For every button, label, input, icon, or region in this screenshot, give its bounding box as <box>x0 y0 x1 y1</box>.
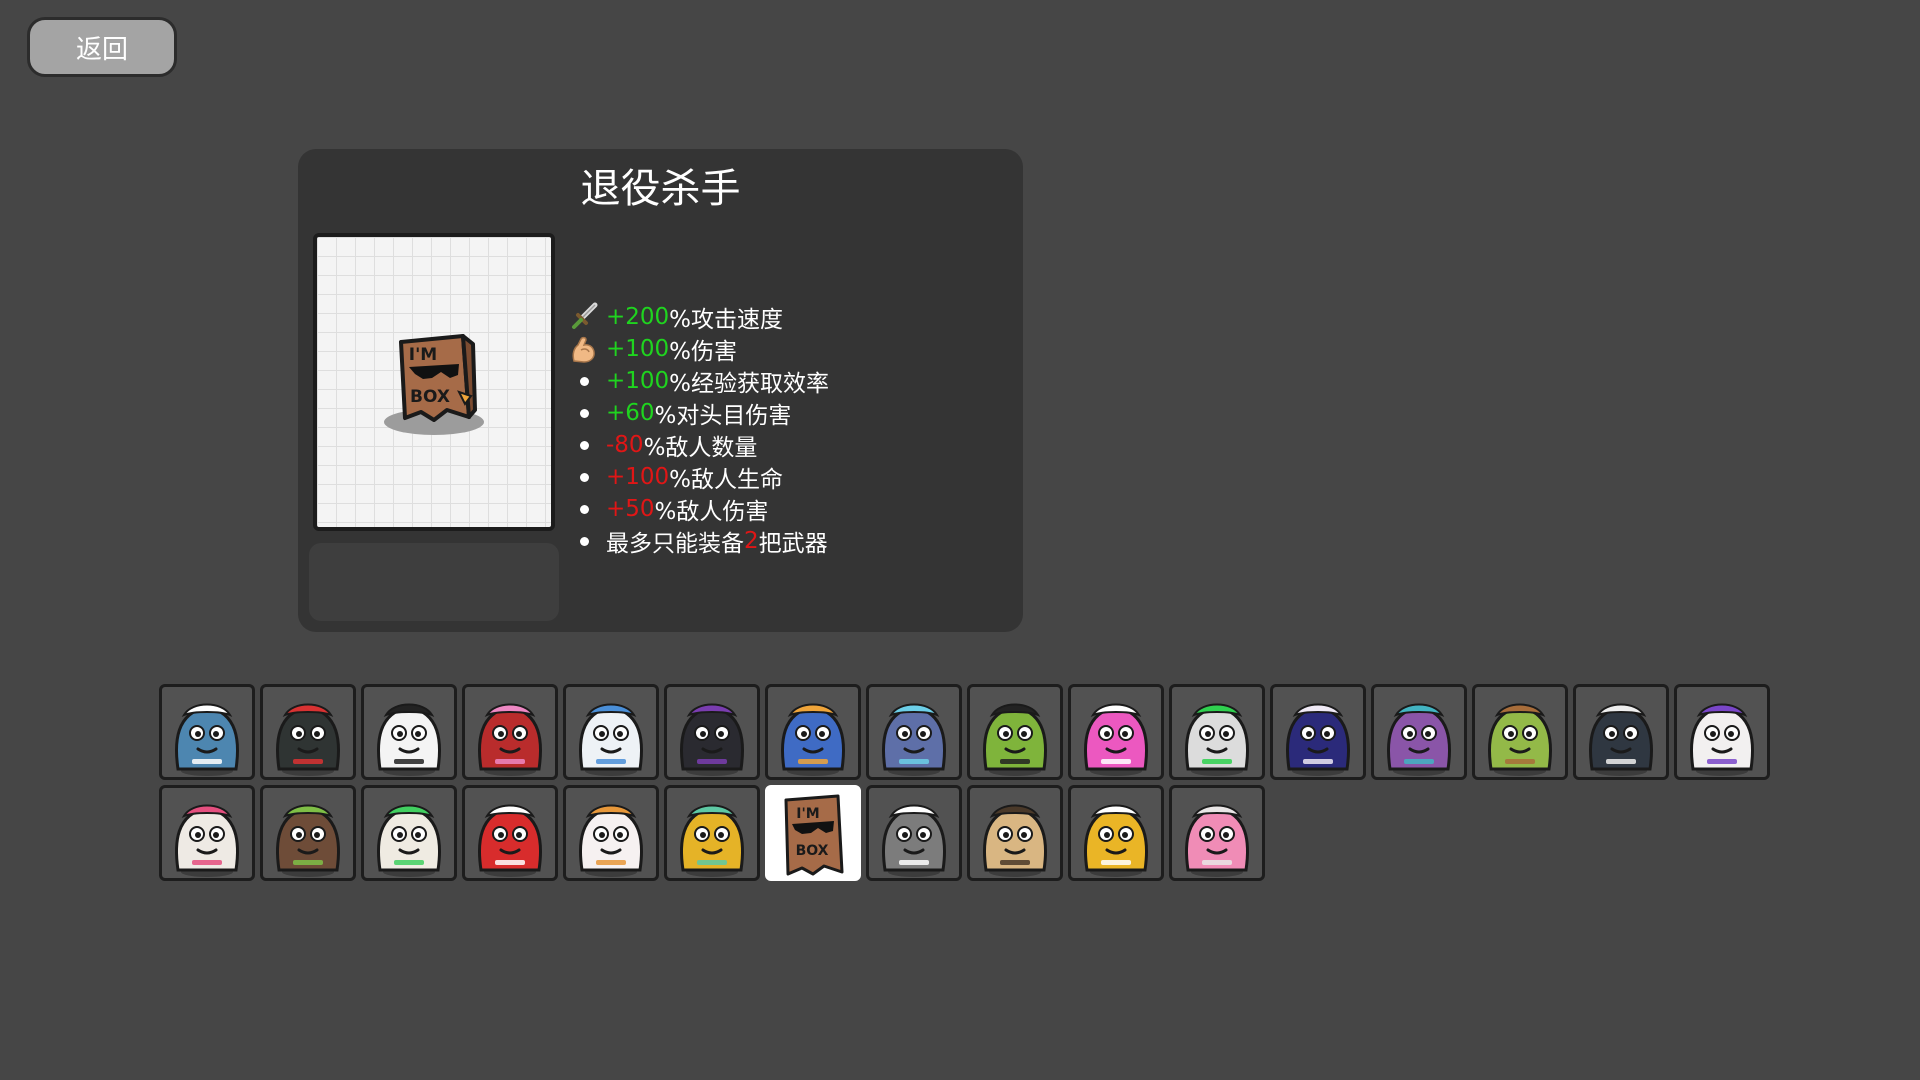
character-tile[interactable] <box>1270 684 1366 780</box>
bullet-icon <box>566 525 602 557</box>
character-tile[interactable] <box>664 684 760 780</box>
stat-weapon-limit: 最多只能装备 2 把武器 <box>566 525 829 557</box>
character-tile[interactable] <box>967 684 1063 780</box>
character-tile[interactable] <box>260 785 356 881</box>
stat-xp-gain: +100 %经验获取效率 <box>566 365 829 397</box>
goggles-bunny-icon <box>1690 703 1754 776</box>
character-tile[interactable] <box>260 684 356 780</box>
space-astronaut-icon <box>1286 703 1350 776</box>
character-tile[interactable] <box>1169 785 1265 881</box>
stat-label: %敌人生命 <box>669 467 784 493</box>
stat-enemy-count: -80 %敌人数量 <box>566 429 829 461</box>
red-devil-icon <box>478 804 542 877</box>
character-tile[interactable] <box>462 684 558 780</box>
green-fuzzball-icon <box>983 703 1047 776</box>
stat-label: %对头目伤害 <box>654 403 792 429</box>
bullet-icon <box>566 397 602 429</box>
stat-value: +200 <box>606 304 670 330</box>
stat-label: %敌人伤害 <box>654 499 769 525</box>
character-tile[interactable] <box>866 684 962 780</box>
character-tile[interactable] <box>1573 684 1669 780</box>
stat-label: %伤害 <box>669 339 738 365</box>
stat-label: %敌人数量 <box>643 435 758 461</box>
pink-slime-icon <box>1084 703 1148 776</box>
magician-rabbit-icon <box>680 703 744 776</box>
gray-tabby-cat-icon <box>882 804 946 877</box>
yellow-octopus-icon <box>1084 804 1148 877</box>
svg-text:BOX: BOX <box>796 843 829 859</box>
stat-label: %经验获取效率 <box>669 371 830 397</box>
stat-boss-damage: +60 %对头目伤害 <box>566 397 829 429</box>
character-tile[interactable] <box>361 684 457 780</box>
character-tile[interactable] <box>866 785 962 881</box>
ninja-crow-icon <box>276 703 340 776</box>
coconut-icon <box>276 804 340 877</box>
ufo-alien-icon <box>882 703 946 776</box>
bullet-icon <box>566 365 602 397</box>
character-tile[interactable] <box>1068 684 1164 780</box>
mummy-icon <box>377 804 441 877</box>
stat-value: +50 <box>606 496 655 522</box>
flexed-arm-icon <box>566 333 602 365</box>
portrait-box-text-bottom: BOX <box>410 387 450 407</box>
character-tile[interactable] <box>967 785 1063 881</box>
character-tile[interactable] <box>1068 785 1164 881</box>
stat-enemy-damage: +50 %敌人伤害 <box>566 493 829 525</box>
pink-bird-icon <box>1185 804 1249 877</box>
character-info-panel: 退役杀手 I'M BOX +200 %攻击速度 +100 %伤害 +100 %经… <box>298 149 1023 632</box>
stat-prefix: 最多只能装备 <box>606 531 744 557</box>
stat-attack-speed: +200 %攻击速度 <box>566 301 829 333</box>
heart-glasses-sheep-icon <box>175 804 239 877</box>
bullet-icon <box>566 461 602 493</box>
stat-enemy-health: +100 %敌人生命 <box>566 461 829 493</box>
back-button[interactable]: 返回 <box>27 17 177 77</box>
party-ghost-icon <box>579 804 643 877</box>
character-tile[interactable] <box>159 785 255 881</box>
diver-helmet-icon <box>781 703 845 776</box>
character-tile[interactable] <box>1674 684 1770 780</box>
sword-icon <box>566 301 602 333</box>
purple-bear-icon <box>1387 703 1451 776</box>
retro-computer-icon <box>1185 703 1249 776</box>
character-tile[interactable] <box>765 684 861 780</box>
bullet-icon <box>566 493 602 525</box>
character-portrait: I'M BOX <box>313 233 555 531</box>
yellow-hazmat-icon <box>680 804 744 877</box>
character-tile[interactable] <box>159 684 255 780</box>
winter-hat-snowman-icon <box>579 703 643 776</box>
cowboy-cactus-icon <box>1488 703 1552 776</box>
portrait-box-text-top: I'M <box>409 345 437 365</box>
gumball-machine-icon <box>478 703 542 776</box>
character-name: 退役杀手 <box>580 166 741 212</box>
stat-value: -80 <box>606 432 644 458</box>
character-tile[interactable] <box>1371 684 1467 780</box>
character-tile[interactable] <box>462 785 558 881</box>
stat-value: +100 <box>606 464 670 490</box>
secret-agent-penguin-icon <box>1589 703 1653 776</box>
character-tile[interactable] <box>1472 684 1568 780</box>
character-tile[interactable] <box>563 785 659 881</box>
stat-value: +100 <box>606 336 670 362</box>
ghost-icon <box>377 703 441 776</box>
pug-dog-icon <box>983 804 1047 877</box>
box-head-character-icon: I'M BOX <box>384 334 484 435</box>
character-tile[interactable] <box>1169 684 1265 780</box>
portrait-caption-slot <box>309 543 559 621</box>
stat-label: %攻击速度 <box>669 307 784 333</box>
character-tile[interactable] <box>664 785 760 881</box>
svg-text:I'M: I'M <box>796 806 819 822</box>
stat-value: +100 <box>606 368 670 394</box>
character-tile[interactable]: I'M BOX <box>765 785 861 881</box>
blue-feathered-monster-icon <box>175 703 239 776</box>
character-tile[interactable] <box>361 785 457 881</box>
bullet-icon <box>566 429 602 461</box>
stat-damage: +100 %伤害 <box>566 333 829 365</box>
box-head-icon: I'M BOX <box>784 794 844 876</box>
stat-label: 把武器 <box>758 531 828 557</box>
stat-value: 2 <box>744 528 759 554</box>
character-tile[interactable] <box>563 684 659 780</box>
stat-value: +60 <box>606 400 655 426</box>
stats-list: +200 %攻击速度 +100 %伤害 +100 %经验获取效率 +60 %对头目伤害 … <box>566 301 829 557</box>
